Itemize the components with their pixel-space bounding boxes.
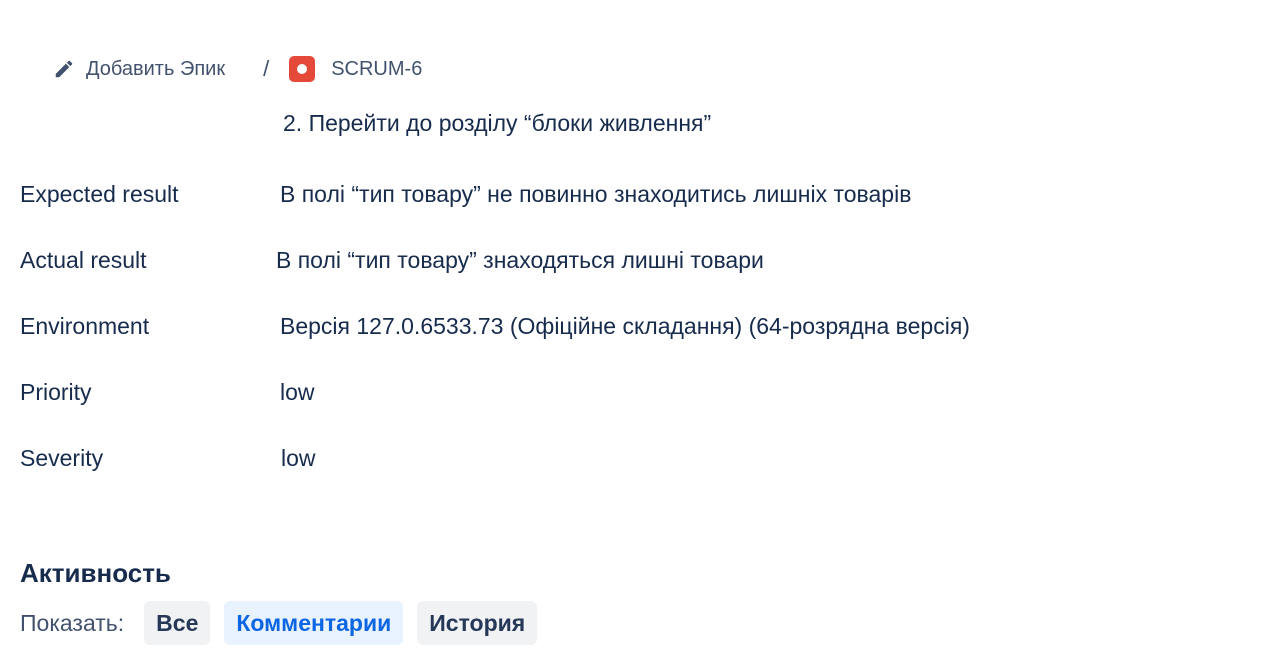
field-actual-result: Actual result В полі “тип товару” знаход… — [20, 244, 764, 276]
field-label: Expected result — [20, 180, 179, 207]
add-epic-link[interactable]: Добавить Эпик — [52, 57, 225, 81]
field-label: Environment — [20, 312, 150, 339]
activity-filter-bar: Показать: Все Комментарии История — [20, 601, 551, 645]
field-label: Actual result — [20, 246, 147, 273]
field-value: low — [281, 444, 316, 471]
field-value: Версія 127.0.6533.73 (Офіційне складання… — [280, 312, 970, 339]
activity-heading: Активность — [20, 558, 171, 588]
field-priority: Priority low — [20, 376, 315, 408]
issue-key: SCRUM-6 — [331, 57, 423, 80]
issue-key-link[interactable]: SCRUM-6 — [289, 56, 422, 82]
field-value: low — [280, 378, 315, 405]
filter-all-button[interactable]: Все — [144, 601, 211, 645]
filter-comments-button[interactable]: Комментарии — [224, 601, 404, 645]
field-label: Priority — [20, 378, 92, 405]
field-value: В полі “тип товару” не повинно знаходити… — [280, 180, 912, 207]
field-label: Severity — [20, 444, 104, 471]
add-epic-label: Добавить Эпик — [86, 57, 226, 80]
field-environment: Environment Версія 127.0.6533.73 (Офіцій… — [20, 310, 970, 342]
breadcrumb: Добавить Эпик / SCRUM-6 — [52, 52, 422, 86]
filter-history-button[interactable]: История — [417, 601, 538, 645]
breadcrumb-separator: / — [263, 56, 270, 81]
field-severity: Severity low — [20, 442, 316, 474]
bug-icon — [289, 56, 316, 82]
issue-view: Добавить Эпик / SCRUM-6 2. Перейти до ро… — [0, 0, 1280, 657]
description-step: 2. Перейти до розділу “блоки живлення” — [283, 112, 712, 136]
field-value: В полі “тип товару” знаходяться лишні то… — [276, 246, 764, 273]
show-label: Показать: — [20, 609, 125, 636]
field-expected-result: Expected result В полі “тип товару” не п… — [20, 178, 911, 210]
pencil-icon — [52, 57, 76, 81]
